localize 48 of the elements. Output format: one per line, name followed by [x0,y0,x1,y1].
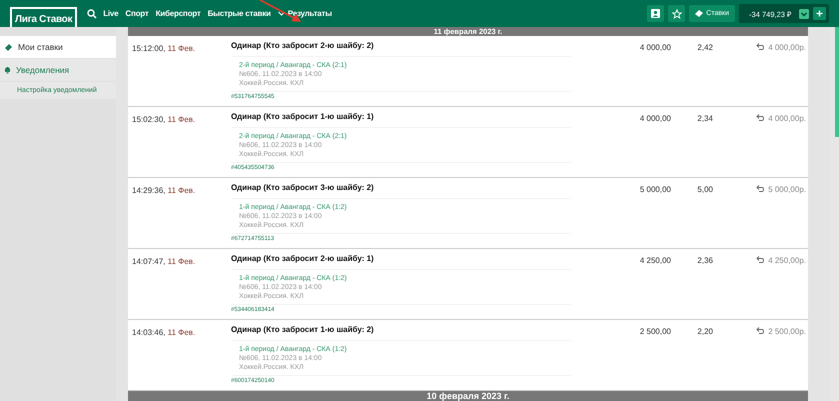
add-icon[interactable] [813,7,826,20]
bet-amount: 4 000,00 [638,113,671,125]
returned-amount: 4 250,00р. [768,256,806,267]
bet-title: Одинар (Кто забросит 3-ю шайбу: 2) [231,178,571,199]
bet-title: Одинар (Кто забросит 2-ю шайбу: 2) [231,36,571,57]
nav-link[interactable]: Live [103,9,118,18]
date-header: 10 февраля 2023 г. [128,391,808,401]
bet-coefficient: 2,42 [696,42,713,54]
search-icon[interactable] [87,8,98,18]
bet-coefficient: 2,20 [696,326,713,338]
return-icon [756,43,764,50]
nav-link[interactable]: Результаты [278,9,332,18]
ticket-icon [4,44,13,50]
returned-amount: 4 000,00р. [768,43,806,54]
sidebar-item[interactable]: Мои ставки [0,36,116,58]
bell-icon [4,66,11,74]
returned-amount: 5 000,00р. [768,185,806,196]
bet-time: 14:03:46, 11 Фев. [131,327,196,339]
bet-title: Одинар (Кто забросит 1-ю шайбу: 2) [231,320,571,341]
profile-icon [651,9,660,18]
return-icon [756,185,764,192]
dropdown-icon[interactable] [799,8,809,18]
bet-time: 15:12:00, 11 Фев. [131,43,196,55]
nav-link[interactable]: Киберспорт [156,9,201,18]
bet-time: 15:02:30, 11 Фев. [131,114,196,126]
nav-link[interactable]: Спорт [125,9,149,18]
bet-coefficient: 2,34 [696,113,713,125]
bet-amount: 4 250,00 [638,255,671,267]
bet-coefficient: 2,36 [696,255,713,267]
favorites-button[interactable] [668,5,686,22]
bet-time: 14:07:47, 11 Фев. [131,256,196,268]
bet-amount: 2 500,00 [638,326,671,338]
return-icon [756,256,764,263]
profile-button[interactable] [647,5,664,22]
bet-amount: 4 000,00 [638,42,671,54]
star-icon [672,8,682,18]
return-icon [756,327,764,334]
bet-time: 14:29:36, 11 Фев. [131,185,196,197]
return-icon [756,114,764,121]
returned-amount: 2 500,00р. [768,327,806,338]
ticket-icon [695,10,704,17]
nav-link[interactable]: Быстрые ставки [208,9,271,18]
bet-title: Одинар (Кто забросит 1-ю шайбу: 1) [231,107,571,128]
bet-coefficient: 5,00 [696,184,713,196]
sidebar-item[interactable]: Уведомления [0,59,116,81]
bet-title: Одинар (Кто забросит 2-ю шайбу: 1) [231,249,571,270]
bet-amount: 5 000,00 [638,184,671,196]
returned-amount: 4 000,00р. [768,114,806,125]
